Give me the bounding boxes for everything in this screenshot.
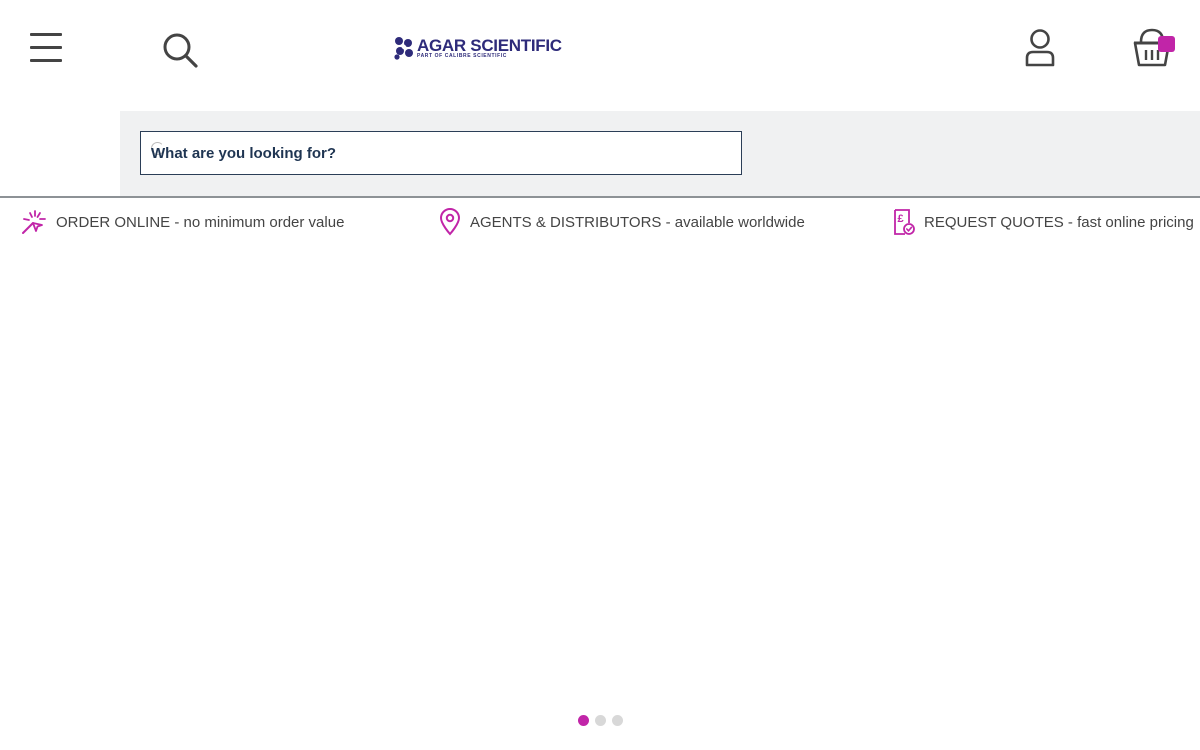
hamburger-line xyxy=(30,46,62,49)
usp-title: REQUEST QUOTES xyxy=(924,213,1064,231)
usp-subtitle: - no minimum order value xyxy=(174,213,345,231)
usp-subtitle: - fast online pricing xyxy=(1067,213,1194,231)
hamburger-menu-icon[interactable] xyxy=(30,32,64,64)
usp-subtitle: - available worldwide xyxy=(665,213,805,231)
header-divider xyxy=(0,196,1200,198)
user-icon[interactable] xyxy=(1022,28,1058,68)
carousel-pagination xyxy=(578,715,629,726)
site-logo[interactable]: AGAR SCIENTIFIC PART OF CALIBRE SCIENTIF… xyxy=(393,34,568,62)
search-icon-graphic xyxy=(163,33,198,68)
sparkle-click-icon xyxy=(22,210,46,234)
usp-title: ORDER ONLINE xyxy=(56,213,171,231)
hamburger-line xyxy=(30,33,62,36)
hamburger-line xyxy=(30,59,62,62)
carousel-dot[interactable] xyxy=(578,715,589,726)
usp-agents-distributors[interactable]: AGENTS & DISTRIBUTORS - available worldw… xyxy=(438,206,805,238)
search-icon[interactable] xyxy=(160,30,200,70)
search-panel xyxy=(120,111,1200,196)
svg-text:£: £ xyxy=(898,213,904,225)
search-input[interactable] xyxy=(141,132,741,174)
user-icon-graphic xyxy=(1025,29,1055,67)
logo-mark-icon xyxy=(394,37,413,60)
basket-count-badge xyxy=(1158,36,1175,52)
pound-quote-icon: £ xyxy=(894,209,915,235)
site-header: AGAR SCIENTIFIC PART OF CALIBRE SCIENTIF… xyxy=(0,0,1200,96)
carousel-dot[interactable] xyxy=(612,715,623,726)
search-box[interactable] xyxy=(140,131,742,175)
location-pin-icon xyxy=(439,208,461,236)
logo-tagline: PART OF CALIBRE SCIENTIFIC xyxy=(417,53,507,59)
carousel-dot[interactable] xyxy=(595,715,606,726)
usp-request-quotes[interactable]: £ REQUEST QUOTES - fast online pricing xyxy=(892,206,1194,238)
usp-title: AGENTS & DISTRIBUTORS xyxy=(470,213,662,231)
usp-order-online: ORDER ONLINE - no minimum order value xyxy=(20,206,344,238)
basket-icon[interactable] xyxy=(1130,26,1180,70)
